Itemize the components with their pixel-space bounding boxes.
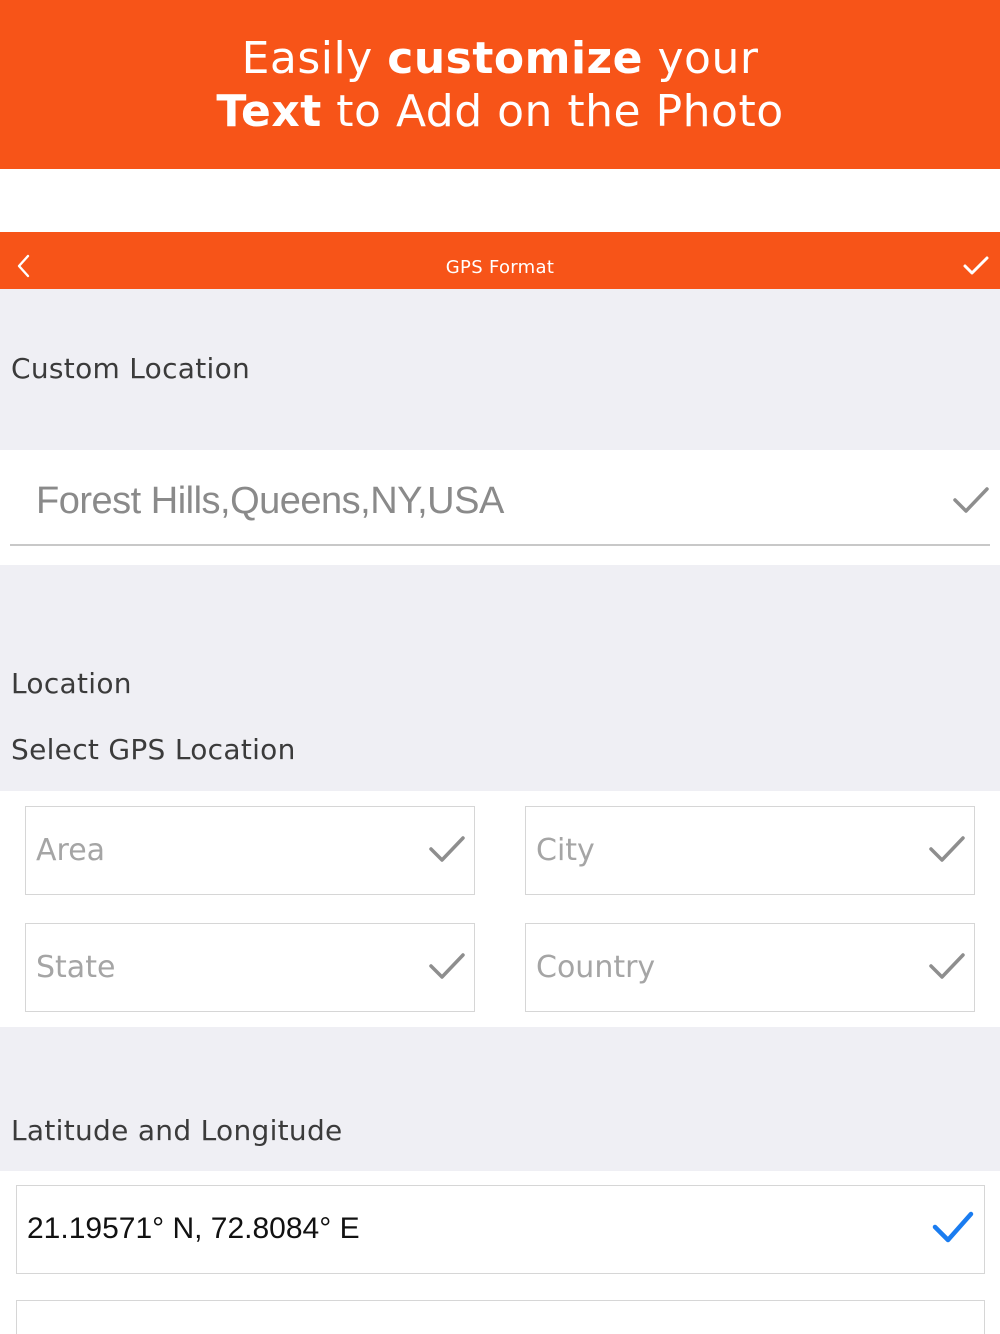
checkmark-icon[interactable]: [428, 952, 466, 984]
latlong-label: Latitude and Longitude: [11, 1114, 343, 1147]
latlong-option-2[interactable]: [16, 1300, 985, 1334]
custom-location-input[interactable]: Forest Hills,Queens,NY,USA: [10, 450, 990, 546]
area-field[interactable]: Area: [25, 806, 475, 895]
city-placeholder: City: [536, 833, 595, 868]
select-gps-location-label: Select GPS Location: [11, 733, 296, 766]
latlong-value: 21.19571° N, 72.8084° E: [27, 1212, 360, 1245]
checkmark-icon[interactable]: [928, 952, 966, 984]
latlong-option[interactable]: 21.19571° N, 72.8084° E: [16, 1185, 985, 1274]
page-title: GPS Format: [445, 257, 555, 278]
area-placeholder: Area: [36, 833, 106, 868]
promo-line-1: Easily customize your: [241, 32, 759, 84]
custom-location-label: Custom Location: [11, 352, 251, 385]
spacer: [0, 169, 1000, 232]
state-field[interactable]: State: [25, 923, 475, 1012]
location-label: Location: [11, 667, 132, 700]
checkmark-icon[interactable]: [428, 835, 466, 867]
promo-line-2: Text to Add on the Photo: [216, 85, 784, 137]
city-field[interactable]: City: [525, 806, 975, 895]
done-button[interactable]: [958, 246, 994, 286]
promo-banner: Easily customize your Text to Add on the…: [0, 0, 1000, 169]
country-placeholder: Country: [536, 950, 656, 985]
nav-bar: GPS Format: [0, 232, 1000, 289]
checkmark-icon[interactable]: [928, 835, 966, 867]
checkmark-icon[interactable]: [932, 1211, 974, 1247]
checkmark-icon[interactable]: [952, 486, 990, 518]
country-field[interactable]: Country: [525, 923, 975, 1012]
state-placeholder: State: [36, 950, 116, 985]
checkmark-icon: [963, 256, 989, 275]
custom-location-value: Forest Hills,Queens,NY,USA: [36, 480, 504, 522]
